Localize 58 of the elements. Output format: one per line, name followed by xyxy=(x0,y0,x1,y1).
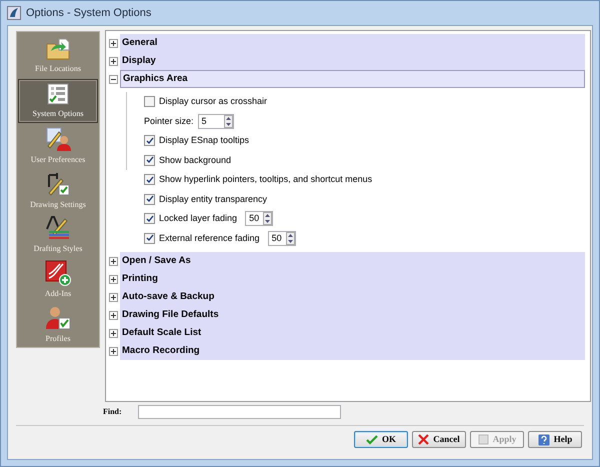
section-header[interactable]: Default Scale List xyxy=(120,324,585,342)
spin-arrows-icon[interactable] xyxy=(286,232,295,245)
expand-icon[interactable] xyxy=(109,346,118,356)
find-label: Find: xyxy=(103,406,122,418)
checkbox[interactable] xyxy=(144,194,155,205)
spin-field[interactable]: 5 xyxy=(198,114,234,129)
user-pencil-icon xyxy=(45,126,71,152)
add-plugin-icon xyxy=(45,260,71,286)
section-header[interactable]: Drawing File Defaults xyxy=(120,306,585,324)
checkbox[interactable] xyxy=(144,154,155,166)
user-check-icon xyxy=(45,304,71,331)
option-label: Display cursor as crosshair xyxy=(159,95,268,108)
pencil-check-icon xyxy=(45,170,71,197)
section-header[interactable]: General xyxy=(120,34,585,52)
sidebar-item[interactable]: System Options xyxy=(18,78,98,124)
spin-field[interactable]: 50 xyxy=(268,230,296,246)
section-header[interactable]: Graphics Area xyxy=(120,70,585,88)
checklist-icon xyxy=(46,82,70,106)
section-header[interactable]: Printing xyxy=(120,270,585,288)
folder-icon xyxy=(45,37,71,62)
app-icon xyxy=(7,6,21,20)
expand-icon[interactable] xyxy=(109,56,118,66)
cancel-button[interactable]: Cancel xyxy=(412,431,466,448)
checkbox[interactable] xyxy=(144,213,155,224)
section-header[interactable]: Display xyxy=(120,52,585,70)
spin-arrows-icon[interactable] xyxy=(224,114,233,128)
option-label: Display ESnap tooltips xyxy=(159,134,250,147)
text-style-icon xyxy=(45,215,71,242)
option-label: External reference fading xyxy=(159,232,260,245)
expand-icon[interactable] xyxy=(109,328,118,338)
checkbox[interactable] xyxy=(144,96,155,108)
option-label: Display entity transparency xyxy=(159,192,268,206)
help-icon xyxy=(538,434,550,446)
option-label: Locked layer fading xyxy=(159,212,238,225)
section-header[interactable]: Macro Recording xyxy=(120,342,585,360)
option-label: Pointer size: xyxy=(144,114,194,128)
ok-button[interactable]: OK xyxy=(354,431,408,448)
checkbox[interactable] xyxy=(144,174,155,186)
option-label: Show background xyxy=(159,154,232,167)
option-label: Show hyperlink pointers, tooltips, and shortcut menus xyxy=(159,173,372,186)
apply-icon xyxy=(478,434,489,445)
expand-icon[interactable] xyxy=(109,292,118,302)
checkbox[interactable] xyxy=(144,232,155,244)
window-title: Options - System Options xyxy=(26,6,152,21)
spin-arrows-icon[interactable] xyxy=(263,212,272,226)
help-button[interactable]: Help xyxy=(528,431,582,448)
close-icon xyxy=(418,434,430,445)
expand-icon[interactable] xyxy=(109,310,118,320)
find-field[interactable] xyxy=(138,405,341,419)
spin-field[interactable]: 50 xyxy=(245,211,274,226)
checkbox[interactable] xyxy=(144,135,155,146)
collapse-icon[interactable] xyxy=(109,74,118,84)
section-header[interactable]: Open / Save As xyxy=(120,252,585,270)
expand-icon[interactable] xyxy=(109,274,118,284)
expand-icon[interactable] xyxy=(109,38,118,48)
section-header[interactable]: Auto-save & Backup xyxy=(120,288,585,306)
checkmark-icon xyxy=(366,434,378,444)
expand-icon[interactable] xyxy=(109,256,118,266)
